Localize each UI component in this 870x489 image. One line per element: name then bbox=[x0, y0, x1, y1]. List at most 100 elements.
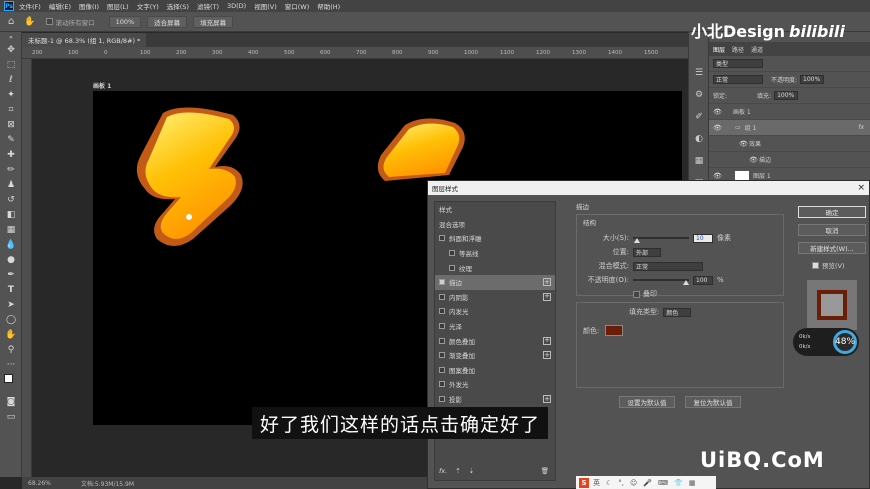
layer-row[interactable]: 👁 画板 1 bbox=[709, 104, 870, 120]
layer-row[interactable]: 👁 ▭ 组 1 fx bbox=[709, 120, 870, 136]
ellipse-tool-icon[interactable]: ◯ bbox=[0, 312, 22, 327]
ok-button[interactable]: 确定 bbox=[798, 206, 866, 218]
style-checkbox[interactable] bbox=[439, 293, 445, 300]
visibility-eye-icon[interactable]: 👁 bbox=[713, 172, 723, 180]
style-item-inner-glow[interactable]: 内发光 bbox=[435, 304, 555, 319]
gradient-tool-icon[interactable]: ▦ bbox=[0, 222, 22, 237]
adjustments-icon[interactable]: ◐ bbox=[689, 128, 709, 150]
style-checkbox[interactable] bbox=[449, 264, 455, 271]
menu-file[interactable]: 文件(F) bbox=[19, 1, 41, 11]
history-icon[interactable]: ☰ bbox=[689, 62, 709, 84]
mic-icon[interactable]: 🎤 bbox=[643, 479, 652, 487]
document-tab[interactable]: 未标题-1 @ 68.3% (组 1, RGB/8#) * bbox=[22, 33, 147, 47]
menu-filter[interactable]: 滤镜(T) bbox=[197, 1, 219, 11]
preview-checkbox[interactable] bbox=[812, 261, 819, 269]
skin-icon[interactable]: 👕 bbox=[674, 479, 683, 487]
lasso-tool-icon[interactable]: ℓ bbox=[0, 72, 22, 87]
ime-lang[interactable]: 英 bbox=[593, 478, 600, 488]
eyedropper-tool-icon[interactable]: ✎ bbox=[0, 132, 22, 147]
menu-help[interactable]: 帮助(H) bbox=[317, 1, 340, 11]
eraser-tool-icon[interactable]: ◧ bbox=[0, 207, 22, 222]
set-default-button[interactable]: 设置为默认值 bbox=[619, 396, 675, 408]
layer-effect-stroke-row[interactable]: 👁 描边 bbox=[709, 152, 870, 168]
swatches-icon[interactable]: ▦ bbox=[689, 150, 709, 172]
add-icon[interactable]: + bbox=[543, 395, 551, 404]
crop-tool-icon[interactable]: ⌗ bbox=[0, 102, 22, 117]
menu-layer[interactable]: 图层(L) bbox=[107, 1, 129, 11]
style-item-color-overlay[interactable]: 颜色叠加 + bbox=[435, 333, 555, 348]
stamp-tool-icon[interactable]: ♟ bbox=[0, 177, 22, 192]
reset-default-button[interactable]: 复位为默认值 bbox=[685, 396, 741, 408]
scroll-all-checkbox[interactable] bbox=[45, 18, 53, 25]
apps-icon[interactable]: ▦ bbox=[689, 479, 696, 487]
fit-screen-button[interactable]: 适合屏幕 bbox=[147, 15, 188, 28]
layer-kind-select[interactable]: 类型 bbox=[713, 59, 763, 68]
opacity-slider[interactable] bbox=[633, 279, 689, 285]
blend-options-item[interactable]: 混合选项 bbox=[435, 217, 555, 232]
style-item-satin[interactable]: 光泽 bbox=[435, 319, 555, 334]
emoji-icon[interactable]: ☺ bbox=[630, 479, 637, 487]
hand-tool-icon[interactable]: ✋ bbox=[0, 327, 22, 342]
moon-icon[interactable]: ☾ bbox=[606, 479, 612, 487]
dodge-tool-icon[interactable]: ● bbox=[0, 252, 22, 267]
style-item-bevel[interactable]: 斜面和浮雕 bbox=[435, 231, 555, 246]
tab-paths[interactable]: 路径 bbox=[732, 45, 744, 54]
fill-screen-button[interactable]: 填充屏幕 bbox=[193, 15, 234, 28]
blend-mode-select[interactable]: 正常 bbox=[633, 261, 703, 271]
style-item-gradient-overlay[interactable]: 渐变叠加 + bbox=[435, 348, 555, 363]
style-checkbox[interactable] bbox=[449, 250, 455, 257]
move-tool-icon[interactable]: ✥ bbox=[0, 42, 22, 57]
magic-wand-tool-icon[interactable]: ✦ bbox=[0, 87, 22, 102]
quick-mask-icon[interactable]: ◙ bbox=[0, 394, 22, 409]
frame-tool-icon[interactable]: ⊠ bbox=[0, 117, 22, 132]
style-checkbox[interactable] bbox=[439, 366, 445, 373]
sogou-logo-icon[interactable]: S bbox=[579, 477, 589, 488]
position-select[interactable]: 外部 bbox=[633, 247, 661, 257]
size-input[interactable]: 10 bbox=[693, 233, 713, 243]
style-checkbox[interactable] bbox=[439, 323, 445, 330]
menu-3d[interactable]: 3D(D) bbox=[227, 2, 246, 10]
punctuation-icon[interactable]: °, bbox=[618, 479, 624, 487]
collapse-arrows-icon[interactable]: » bbox=[0, 32, 22, 42]
visibility-eye-icon[interactable]: 👁 bbox=[713, 108, 723, 116]
zoom-level[interactable]: 68.26% bbox=[28, 480, 51, 487]
style-checkbox[interactable] bbox=[439, 381, 445, 388]
style-item-texture[interactable]: 纹理 bbox=[435, 260, 555, 275]
more-tools-icon[interactable]: ··· bbox=[0, 357, 22, 372]
layer-effects-row[interactable]: 👁 效果 bbox=[709, 136, 870, 152]
style-checkbox[interactable] bbox=[439, 308, 445, 315]
zoom-tool-icon[interactable]: ⚲ bbox=[0, 342, 22, 357]
style-checkbox[interactable] bbox=[439, 352, 445, 359]
path-select-tool-icon[interactable]: ➤ bbox=[0, 297, 22, 312]
visibility-eye-icon[interactable]: 👁 bbox=[713, 124, 723, 132]
style-item-outer-glow[interactable]: 外发光 bbox=[435, 377, 555, 392]
healing-brush-tool-icon[interactable]: ✚ bbox=[0, 147, 22, 162]
style-item-pattern-overlay[interactable]: 图案叠加 bbox=[435, 363, 555, 378]
home-icon[interactable]: ⌂ bbox=[8, 16, 14, 27]
style-item-contour[interactable]: 等高线 bbox=[435, 246, 555, 261]
style-item-inner-shadow[interactable]: 内阴影 + bbox=[435, 290, 555, 305]
menu-type[interactable]: 文字(Y) bbox=[137, 1, 159, 11]
fill-type-select[interactable]: 颜色 bbox=[663, 307, 692, 317]
new-style-button[interactable]: 新建样式(W)... bbox=[798, 242, 866, 254]
add-icon[interactable]: + bbox=[543, 278, 551, 287]
color-swatches-icon[interactable] bbox=[0, 372, 22, 394]
menu-edit[interactable]: 编辑(E) bbox=[49, 1, 71, 11]
opacity-input[interactable]: 100% bbox=[800, 75, 825, 84]
size-slider[interactable] bbox=[633, 237, 689, 243]
tab-channels[interactable]: 通道 bbox=[751, 45, 763, 54]
style-item-stroke[interactable]: 描边 + bbox=[435, 274, 555, 290]
cancel-button[interactable]: 取消 bbox=[798, 224, 866, 236]
menu-window[interactable]: 窗口(W) bbox=[285, 1, 310, 11]
history-brush-tool-icon[interactable]: ↺ bbox=[0, 192, 22, 207]
brush-settings-icon[interactable]: ✐ bbox=[689, 106, 709, 128]
properties-icon[interactable]: ⚙ bbox=[689, 84, 709, 106]
tab-layers[interactable]: 图层 bbox=[713, 45, 725, 54]
style-checkbox[interactable] bbox=[439, 337, 445, 344]
visibility-eye-icon[interactable]: 👁 bbox=[749, 156, 759, 164]
add-icon[interactable]: + bbox=[543, 351, 551, 360]
fill-input[interactable]: 100% bbox=[774, 91, 799, 100]
style-item-drop-shadow[interactable]: 投影 + bbox=[435, 392, 555, 407]
trash-icon[interactable]: 🗑 bbox=[541, 467, 549, 475]
styles-header[interactable]: 样式 bbox=[435, 202, 555, 217]
